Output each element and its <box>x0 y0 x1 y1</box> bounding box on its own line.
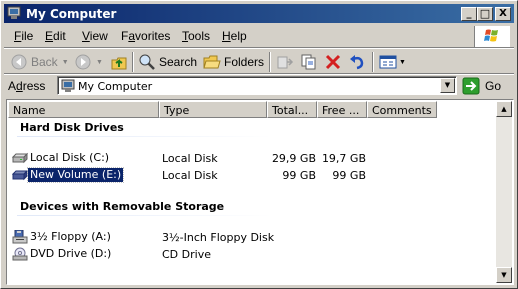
group-header-removable: Devices with Removable Storage <box>20 200 225 213</box>
address-value: My Computer <box>78 80 153 93</box>
views-button[interactable]: ▼ <box>379 52 406 72</box>
toolbar-separator <box>269 52 271 72</box>
folders-icon <box>203 55 221 69</box>
my-computer-icon <box>61 79 75 92</box>
back-arrow-icon <box>11 54 27 70</box>
column-header-type[interactable]: Type <box>159 101 267 118</box>
list-item[interactable]: Local Disk (C:) Local Disk 29,9 GB 19,7 … <box>9 150 489 166</box>
delete-button[interactable] <box>324 52 342 72</box>
back-button[interactable]: Back ▼ <box>10 52 69 72</box>
menu-view[interactable]: View <box>82 29 108 43</box>
windows-flag-icon <box>484 29 498 42</box>
list-item[interactable]: 3½ Floppy (A:) 3½-Inch Floppy Disk <box>9 229 489 245</box>
title-bar[interactable]: My Computer _ □ X <box>4 4 514 23</box>
move-to-button[interactable] <box>276 52 294 72</box>
item-total: 29,9 GB <box>271 152 316 165</box>
address-bar: Adress My Computer ▼ Go <box>4 75 514 97</box>
hard-disk-icon <box>12 169 28 181</box>
address-input[interactable]: My Computer ▼ <box>57 76 457 95</box>
up-button[interactable] <box>110 52 128 72</box>
up-folder-icon <box>111 57 127 70</box>
toolbar-separator <box>372 52 374 72</box>
menu-help[interactable]: Help <box>222 29 247 43</box>
item-type: Local Disk <box>162 169 218 182</box>
column-header-comments[interactable]: Comments <box>367 101 437 118</box>
forward-arrow-icon <box>75 54 91 70</box>
scroll-up-button[interactable]: ▲ <box>496 101 512 117</box>
file-list-view[interactable]: Name Type Total... Free ... Comments Har… <box>6 99 514 285</box>
minimize-icon: _ <box>466 8 472 19</box>
maximize-button[interactable]: □ <box>477 7 493 21</box>
chevron-down-icon: ▼ <box>501 271 507 279</box>
folders-button[interactable]: Folders <box>203 52 264 72</box>
list-item[interactable]: DVD Drive (D:) CD Drive <box>9 246 489 262</box>
menu-favorites[interactable]: Favorites <box>121 29 170 43</box>
move-to-icon <box>277 56 294 69</box>
forward-dropdown-icon: ▼ <box>96 58 103 66</box>
go-button[interactable]: Go <box>462 76 501 96</box>
delete-x-icon <box>325 54 341 70</box>
search-icon <box>139 54 155 70</box>
menu-file[interactable]: File <box>14 29 33 43</box>
hard-disk-icon <box>12 152 28 164</box>
item-name: New Volume (E:) <box>26 167 125 183</box>
views-icon <box>379 55 397 69</box>
item-type: CD Drive <box>162 248 211 261</box>
toolbar-separator <box>132 52 134 72</box>
menu-separator <box>4 47 514 49</box>
address-label: Adress <box>8 79 46 93</box>
item-total: 99 GB <box>282 169 316 182</box>
undo-icon <box>350 55 364 70</box>
undo-button[interactable] <box>348 52 366 72</box>
maximize-icon: □ <box>479 7 491 20</box>
search-button[interactable]: Search <box>138 52 197 72</box>
item-free: 99 GB <box>332 169 366 182</box>
item-name: DVD Drive (D:) <box>30 247 112 260</box>
column-header-name[interactable]: Name <box>8 101 159 118</box>
column-header-free[interactable]: Free ... <box>317 101 367 118</box>
group-divider <box>17 136 272 137</box>
standard-toolbar: Back ▼ ▼ Search Folders ▼ <box>4 50 514 74</box>
floppy-drive-icon <box>12 230 28 244</box>
copy-to-icon <box>301 54 316 70</box>
vertical-scrollbar[interactable]: ▲ ▼ <box>496 101 512 283</box>
forward-button[interactable]: ▼ <box>74 52 103 72</box>
window-title: My Computer <box>26 7 117 21</box>
copy-to-button[interactable] <box>300 52 318 72</box>
address-dropdown-button[interactable]: ▼ <box>440 78 455 93</box>
go-arrow-icon <box>462 77 480 95</box>
item-free: 19,7 GB <box>321 152 366 165</box>
minimize-button[interactable]: _ <box>461 7 477 21</box>
group-header-hard-disks: Hard Disk Drives <box>20 121 124 134</box>
scroll-down-button[interactable]: ▼ <box>496 267 512 283</box>
chevron-up-icon: ▲ <box>501 105 507 113</box>
list-item-selected[interactable]: New Volume (E:) Local Disk 99 GB 99 GB <box>9 167 489 183</box>
item-name: 3½ Floppy (A:) <box>30 230 111 243</box>
views-dropdown-icon: ▼ <box>399 58 406 66</box>
my-computer-icon <box>7 6 21 19</box>
dvd-drive-icon <box>12 247 28 261</box>
close-button[interactable]: X <box>495 7 511 21</box>
column-header-total[interactable]: Total... <box>267 101 317 118</box>
menu-tools[interactable]: Tools <box>182 29 210 43</box>
windows-logo <box>474 26 510 47</box>
menu-edit[interactable]: Edit <box>45 29 66 43</box>
item-type: 3½-Inch Floppy Disk <box>162 231 275 244</box>
group-divider <box>17 215 272 216</box>
chevron-down-icon: ▼ <box>444 81 451 89</box>
back-dropdown-icon: ▼ <box>61 58 69 66</box>
menu-bar: File Edit View Favorites Tools Help <box>4 25 514 47</box>
close-icon: X <box>499 8 507 19</box>
explorer-window: My Computer _ □ X File Edit View Favorit… <box>0 0 518 289</box>
item-name: Local Disk (C:) <box>30 151 110 164</box>
item-type: Local Disk <box>162 152 218 165</box>
